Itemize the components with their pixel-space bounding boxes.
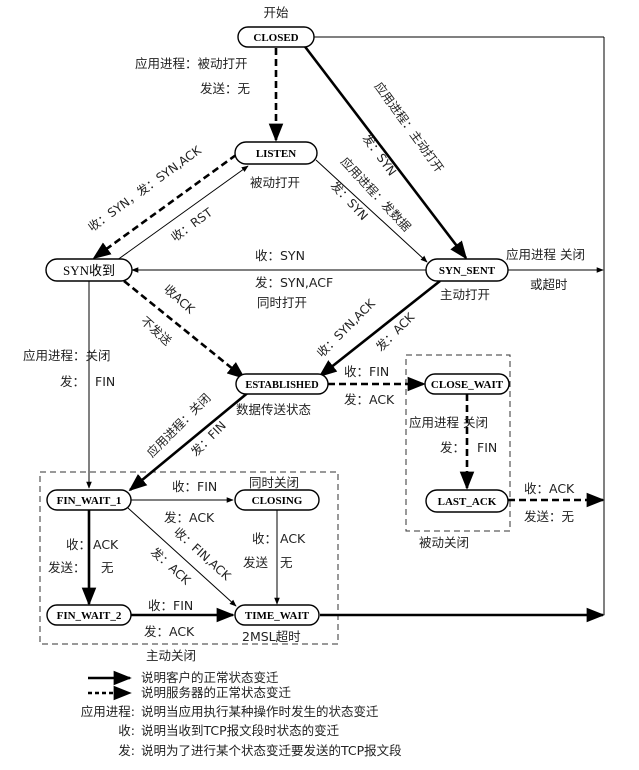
state-syn-sent-label: SYN_SENT [439,265,496,277]
label-lastack-closed-2: 发送：无 [524,509,574,524]
state-fin-wait-1-label: FIN_WAIT_1 [57,495,122,507]
state-syn-sent[interactable]: SYN_SENT [425,258,509,282]
label-fw1-closing-1: 收：FIN [172,479,217,494]
legend-app-desc: 说明当应用执行某种操作时发生的状态变迁 [141,704,379,719]
label-est-closewait-2: 发：ACK [344,392,395,407]
state-closed[interactable]: CLOSED [237,26,315,48]
established-note: 数据传送状态 [236,402,311,417]
state-syn-rcvd[interactable]: SYN收到 [45,258,133,282]
legend-client-text: 说明客户的正常状态变迁 [141,670,279,685]
legend-send-key: 发: [118,743,135,758]
state-time-wait-label: TIME_WAIT [245,610,310,622]
tcp-state-diagram: CLOSED LISTEN SYN收到 SYN_SENT ESTABLISHED… [23,5,605,758]
label-synsent-synrcvd-1: 收：SYN [255,248,305,263]
legend-app-key: 应用进程: [81,704,135,719]
legend-recv-key: 收: [118,723,135,738]
start-label: 开始 [263,5,289,20]
state-listen-label: LISTEN [256,148,296,160]
label-closed-listen-1: 应用进程：被动打开 [135,56,248,71]
label-closing-timewait-2: ACK [280,531,306,546]
state-last-ack-label: LAST_ACK [438,496,497,508]
syn-sent-note: 主动打开 [440,287,490,302]
label-closewait-lastack-1: 应用进程 关闭 [409,415,488,430]
state-closed-label: CLOSED [253,32,298,44]
label-synrcvd-est-1: 收ACK [161,282,198,317]
state-time-wait[interactable]: TIME_WAIT [234,604,320,626]
label-fw2-timewait-1: 收：FIN [148,598,193,613]
label-synrcvd-fw1-1: 应用进程：关闭 [23,348,111,363]
label-est-closewait-1: 收：FIN [344,364,389,379]
label-fw1-fw2-4: 无 [101,560,114,575]
state-established[interactable]: ESTABLISHED [235,373,329,395]
arrow-synrcvd-listen [112,165,249,264]
state-last-ack[interactable]: LAST_ACK [425,489,509,513]
state-closing-label: CLOSING [252,495,303,507]
passive-close-note: 被动关闭 [419,535,469,550]
state-close-wait-label: CLOSE_WAIT [431,379,504,391]
legend: 说明客户的正常状态变迁 说明服务器的正常状态变迁 应用进程: 说明当应用执行某种… [81,670,402,758]
label-fw1-closing-2: 发：ACK [164,510,215,525]
legend-server-text: 说明服务器的正常状态变迁 [141,685,292,700]
label-synsent-synrcvd-2: 发：SYN,ACF [255,275,333,290]
label-closing-timewait-4: 无 [280,555,293,570]
state-listen[interactable]: LISTEN [234,141,318,165]
state-syn-rcvd-label: SYN收到 [63,263,115,278]
time-wait-note: 2MSL超时 [242,629,301,644]
label-fw1-fw2-1: 收： [66,537,91,552]
label-fw1-timewait-2: 发：ACK [148,544,195,588]
state-close-wait[interactable]: CLOSE_WAIT [424,373,510,395]
label-fw1-fw2-2: ACK [93,537,119,552]
label-closing-timewait-1: 收： [252,531,277,546]
label-closed-synsent-2: 发：SYN [360,131,400,179]
state-fin-wait-1[interactable]: FIN_WAIT_1 [46,489,132,511]
listen-note: 被动打开 [250,175,300,190]
label-fw2-timewait-2: 发：ACK [144,624,195,639]
legend-send-desc: 说明为了进行某个状态变迁要发送的TCP报文段 [141,743,402,758]
state-established-label: ESTABLISHED [245,380,319,391]
legend-recv-desc: 说明当收到TCP报文段时状态的变迁 [141,723,340,738]
label-synrcvd-listen: 收：RST [169,205,216,245]
label-synsent-closed-1: 应用进程 关闭 [506,247,585,262]
state-closing[interactable]: CLOSING [234,489,320,511]
label-synrcvd-fw1-3: FIN [95,374,115,389]
label-closewait-lastack-3: FIN [477,440,497,455]
label-synsent-synrcvd-3: 同时打开 [257,295,307,310]
label-fw1-fw2-3: 发送： [48,560,86,575]
active-close-note: 主动关闭 [146,648,196,663]
state-fin-wait-2[interactable]: FIN_WAIT_2 [46,604,132,626]
arrow-listen-synsent [315,159,428,263]
closing-note: 同时关闭 [249,475,299,490]
label-synsent-est-1: 收：SYN,ACK [314,296,378,360]
label-synrcvd-fw1-2: 发： [60,374,85,389]
label-lastack-closed-1: 收：ACK [524,481,575,496]
label-synsent-closed-2: 或超时 [530,277,568,292]
label-closing-timewait-3: 发送 [243,555,269,570]
label-closed-listen-2: 发送：无 [200,81,250,96]
label-closewait-lastack-2: 发： [440,440,465,455]
state-fin-wait-2-label: FIN_WAIT_2 [57,610,122,622]
